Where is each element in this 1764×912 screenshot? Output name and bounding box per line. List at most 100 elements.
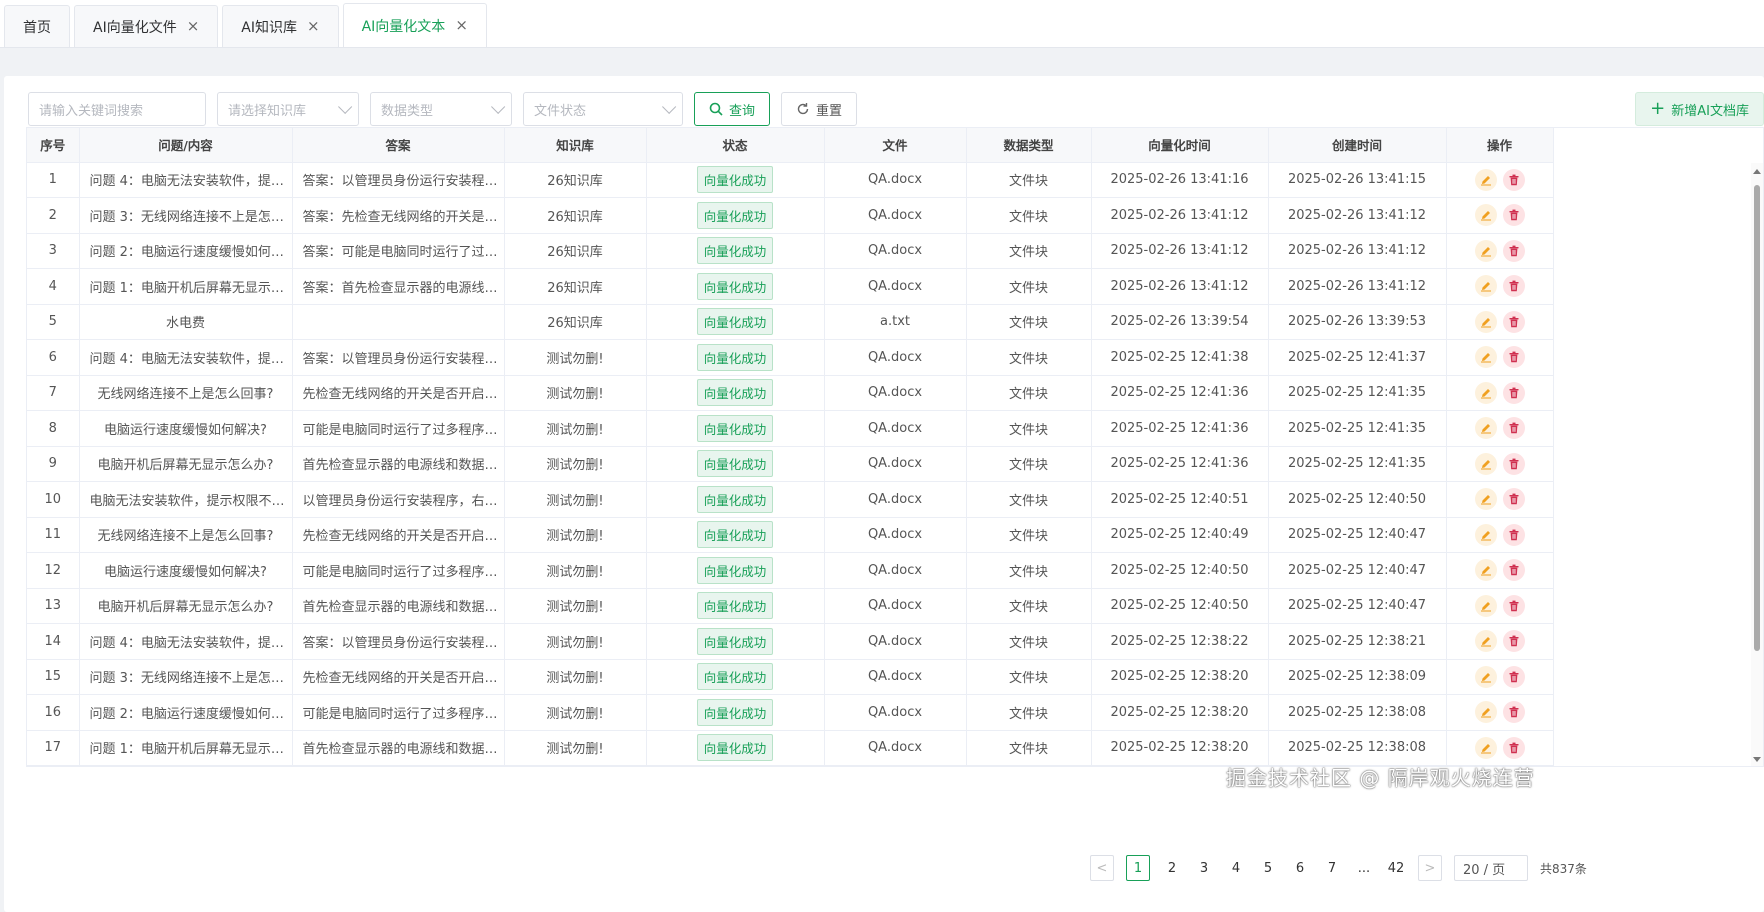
edit-icon[interactable] [1474,346,1497,369]
edit-icon[interactable] [1474,665,1497,688]
file-cell: QA.docx [824,233,967,269]
delete-icon[interactable] [1502,239,1525,262]
page-number[interactable]: 5 [1258,855,1278,881]
add-ai-doc-button[interactable]: + 新增AI文档库 [1635,92,1764,126]
edit-icon[interactable] [1474,452,1497,475]
page-number[interactable]: 2 [1162,855,1182,881]
delete-icon[interactable] [1502,168,1525,191]
created-time-cell: 2025-02-26 13:39:53 [1268,304,1447,340]
edit-icon[interactable] [1474,381,1497,404]
question-cell: 电脑开机后屏幕无显示怎么办? [79,446,293,482]
table-row[interactable]: 4 问题 1：电脑开机后屏幕无显示怎... 答案：首先检查显示器的电源线和... 26… [27,268,1554,305]
table-row[interactable]: 10 电脑无法安装软件，提示权限不足... 以管理员身份运行安装程序，右键... 测试… [27,481,1554,518]
delete-icon[interactable] [1502,381,1525,404]
page-number[interactable]: 4 [1226,855,1246,881]
page-number[interactable]: 3 [1194,855,1214,881]
actions-cell [1446,552,1554,589]
delete-icon[interactable] [1502,417,1525,440]
delete-icon[interactable] [1502,559,1525,582]
answer-cell [292,304,505,340]
table-row[interactable]: 3 问题 2：电脑运行速度缓慢如何解... 答案：可能是电脑同时运行了过多... 26… [27,233,1554,269]
edit-icon[interactable] [1474,417,1497,440]
edit-icon[interactable] [1474,204,1497,227]
tab-0[interactable]: 首页 [4,5,70,47]
table-row[interactable]: 9 电脑开机后屏幕无显示怎么办? 首先检查显示器的电源线和数据线... 测试勿删! 向量… [27,446,1554,482]
data-type-select[interactable]: 数据类型 [370,92,512,126]
delete-icon[interactable] [1502,452,1525,475]
scroll-up-icon[interactable] [1753,169,1761,174]
table-row[interactable]: 15 问题 3：无线网络连接不上是怎么... 先检查无线网络的开关是否开启，... 测… [27,659,1554,695]
scroll-down-icon[interactable] [1753,757,1761,762]
edit-icon[interactable] [1474,310,1497,333]
created-time-cell: 2025-02-25 12:41:35 [1268,375,1447,411]
scrollbar-thumb[interactable] [1754,185,1760,651]
table-row[interactable]: 6 问题 4：电脑无法安装软件，提示... 答案：以管理员身份运行安装程序... 测试… [27,339,1554,376]
reset-button[interactable]: 重置 [781,92,858,126]
edit-icon[interactable] [1474,275,1497,298]
page-number[interactable]: 1 [1126,855,1150,881]
query-button[interactable]: 查询 [694,92,771,126]
edit-icon[interactable] [1474,488,1497,511]
table-row[interactable]: 12 电脑运行速度缓慢如何解决? 可能是电脑同时运行了过多程序导... 测试勿删! 向量… [27,552,1554,589]
page-size-select[interactable]: 20 / 页 [1454,855,1528,881]
created-time-cell: 2025-02-25 12:40:50 [1268,481,1447,518]
close-icon[interactable]: × [307,19,320,34]
data-type-cell: 文件块 [966,517,1092,553]
edit-icon[interactable] [1474,701,1497,724]
question-cell: 问题 3：无线网络连接不上是怎么... [79,197,293,234]
actions-cell [1446,162,1554,198]
row-index: 8 [27,410,80,447]
knowledge-base-select[interactable]: 请选择知识库 [217,92,359,126]
chevron-down-icon [338,99,353,114]
table-row[interactable]: 7 无线网络连接不上是怎么回事? 先检查无线网络的开关是否开启，... 测试勿删! 向量… [27,375,1554,411]
tab-3[interactable]: AI向量化文本 × [342,3,487,47]
page-number[interactable]: 6 [1290,855,1310,881]
table-row[interactable]: 2 问题 3：无线网络连接不上是怎么... 答案：先检查无线网络的开关是否... 26… [27,197,1554,234]
vertical-scrollbar[interactable] [1751,163,1763,766]
status-cell: 向量化成功 [646,304,825,340]
table-row[interactable]: 8 电脑运行速度缓慢如何解决? 可能是电脑同时运行了过多程序导... 测试勿删! 向量化… [27,410,1554,447]
edit-icon[interactable] [1474,559,1497,582]
tab-2[interactable]: AI知识库 × [222,5,339,47]
delete-icon[interactable] [1502,701,1525,724]
delete-icon[interactable] [1502,630,1525,653]
prev-page-button[interactable]: < [1090,855,1114,881]
edit-icon[interactable] [1474,630,1497,653]
table-row[interactable]: 17 问题 1：电脑开机后屏幕无显示怎... 首先检查显示器的电源线和数据线... 测… [27,730,1554,766]
delete-icon[interactable] [1502,523,1525,546]
table-row[interactable]: 1 问题 4：电脑无法安装软件，提示... 答案：以管理员身份运行安装程序... 26… [27,162,1554,198]
tab-1[interactable]: AI向量化文件 × [74,5,219,47]
edit-icon[interactable] [1474,736,1497,759]
edit-icon[interactable] [1474,168,1497,191]
page-number[interactable]: 7 [1322,855,1342,881]
close-icon[interactable]: × [187,19,200,34]
table-row[interactable]: 14 问题 4：电脑无法安装软件，提示... 答案：以管理员身份运行安装程序... 测… [27,623,1554,660]
close-icon[interactable]: × [455,18,468,33]
row-index: 10 [27,481,80,518]
page-number[interactable]: 42 [1386,855,1406,881]
page-number[interactable]: ... [1354,855,1374,881]
delete-icon[interactable] [1502,310,1525,333]
actions-cell [1446,517,1554,553]
delete-icon[interactable] [1502,665,1525,688]
delete-icon[interactable] [1502,204,1525,227]
table-row[interactable]: 16 问题 2：电脑运行速度缓慢如何解... 可能是电脑同时运行了过多程序导... 测… [27,694,1554,731]
table-row[interactable]: 13 电脑开机后屏幕无显示怎么办? 首先检查显示器的电源线和数据线... 测试勿删! 向… [27,588,1554,624]
delete-icon[interactable] [1502,275,1525,298]
keyword-search-input[interactable]: 请输入关键词搜索 [28,92,206,126]
next-page-button[interactable]: > [1418,855,1442,881]
table-row[interactable]: 11 无线网络连接不上是怎么回事? 先检查无线网络的开关是否开启，... 测试勿删! 向… [27,517,1554,553]
delete-icon[interactable] [1502,346,1525,369]
file-status-select[interactable]: 文件状态 [523,92,683,126]
edit-icon[interactable] [1474,239,1497,262]
file-cell: QA.docx [824,375,967,411]
answer-cell: 首先检查显示器的电源线和数据线... [292,588,505,624]
edit-icon[interactable] [1474,594,1497,617]
delete-icon[interactable] [1502,736,1525,759]
table-row[interactable]: 5 水电费 26知识库 向量化成功 a.txt 文件块 2025-02-26 13:39:5… [27,304,1554,340]
delete-icon[interactable] [1502,488,1525,511]
delete-icon[interactable] [1502,594,1525,617]
question-cell: 问题 1：电脑开机后屏幕无显示怎... [79,268,293,305]
column-header: 操作 [1446,128,1554,163]
edit-icon[interactable] [1474,523,1497,546]
